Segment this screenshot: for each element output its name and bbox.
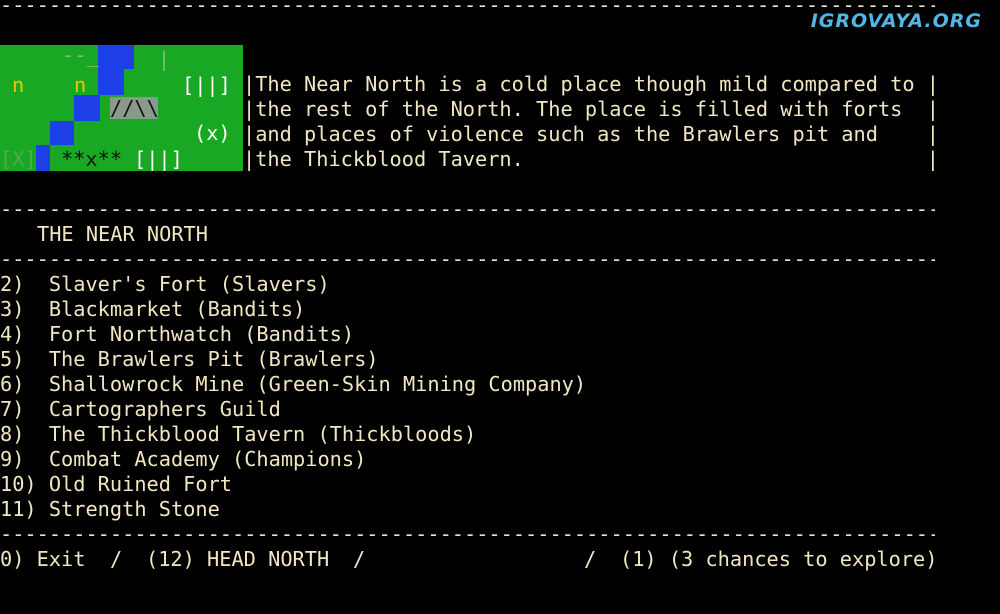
menu-option[interactable]: 9) Combat Academy (Champions)	[0, 447, 366, 472]
menu-option[interactable]: 2) Slaver's Fort (Slavers)	[0, 272, 330, 297]
menu-option[interactable]: 11) Strength Stone	[0, 497, 220, 522]
menu-option[interactable]: 8) The Thickblood Tavern (Thickbloods)	[0, 422, 476, 447]
map-tick-mark: |	[158, 47, 171, 71]
map-door-icon: [||]	[182, 73, 231, 97]
exit-option[interactable]: 0) Exit	[0, 547, 85, 572]
map-stars: **x**	[61, 147, 123, 171]
map-x-marker: (x)	[194, 121, 231, 145]
explore-option[interactable]: (1) (3 chances to explore)	[620, 547, 937, 572]
head-north-option[interactable]: (12) HEAD NORTH	[146, 547, 329, 572]
area-map: --_ | n n [||] //\\ (x) [X] **x** [||]	[0, 45, 243, 171]
map-door-icon: [||]	[134, 147, 183, 171]
description-line: |The Near North is a cold place though m…	[243, 72, 939, 96]
description-line: |the rest of the North. The place is fil…	[243, 97, 939, 121]
map-boxed-x: [X]	[0, 147, 37, 171]
map-ridge-mark: --_	[62, 45, 99, 67]
map-ruin-icon: //\\	[110, 96, 159, 120]
menu-option[interactable]: 6) Shallowrock Mine (Green-Skin Mining C…	[0, 372, 586, 397]
menu-option[interactable]: 10) Old Ruined Fort	[0, 472, 232, 497]
location-title: THE NEAR NORTH	[37, 222, 208, 246]
map-npc-marker: n	[74, 73, 87, 97]
menu-option[interactable]: 5) The Brawlers Pit (Brawlers)	[0, 347, 379, 372]
footer-separator: /	[353, 547, 366, 571]
footer-separator: /	[110, 547, 123, 571]
footer-separator: /	[584, 547, 597, 571]
menu-option[interactable]: 7) Cartographers Guild	[0, 397, 281, 422]
divider: ----------------------------------------…	[0, 197, 935, 221]
menu-option[interactable]: 3) Blackmarket (Bandits)	[0, 297, 305, 322]
menu-option[interactable]: 4) Fort Northwatch (Bandits)	[0, 322, 354, 347]
description-line: |and places of violence such as the Braw…	[243, 122, 939, 146]
divider: ----------------------------------------…	[0, 247, 935, 271]
map-npc-marker: n	[12, 73, 25, 97]
description-line: |the Thickblood Tavern. |	[243, 147, 939, 171]
divider: ----------------------------------------…	[0, 522, 935, 546]
divider-top: ----------------------------------------…	[0, 0, 935, 17]
